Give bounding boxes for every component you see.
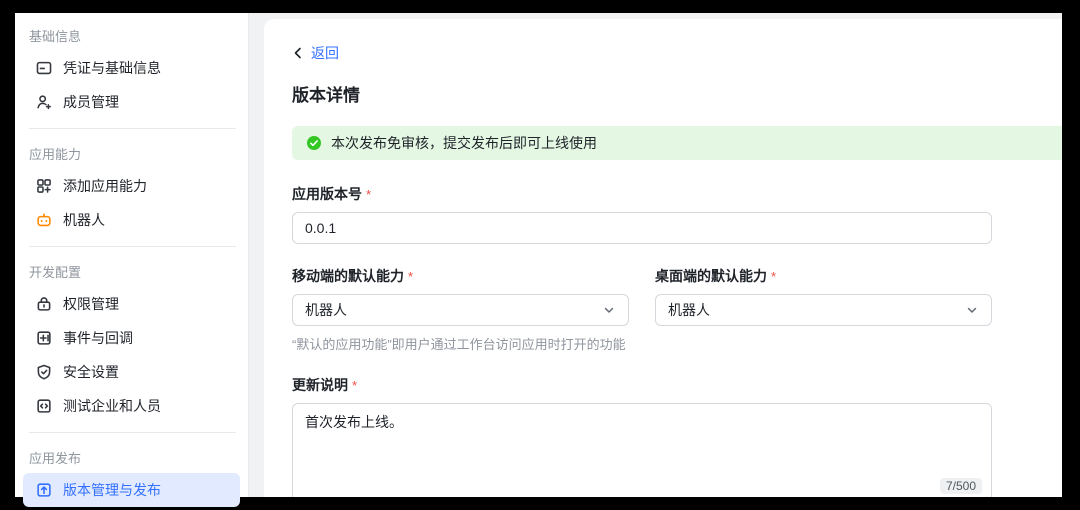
sidebar-item-label: 测试企业和人员 (63, 396, 161, 416)
mobile-capability-select[interactable]: 机器人 (292, 294, 629, 326)
sidebar-item-members[interactable]: 成员管理 (23, 85, 240, 119)
desktop-capability-value: 机器人 (668, 300, 710, 320)
sidebar-item-test-org[interactable]: 测试企业和人员 (23, 389, 240, 423)
lock-icon (35, 295, 53, 313)
desktop-capability-label: 桌面端的默认能力 * (655, 266, 992, 286)
release-notes-label: 更新说明 * (292, 375, 1062, 395)
sidebar: 基础信息 凭证与基础信息 成员管理 应用能力 添加应用能力 机器人 (15, 13, 249, 497)
app-window: 基础信息 凭证与基础信息 成员管理 应用能力 添加应用能力 机器人 (15, 13, 1062, 497)
sidebar-item-label: 成员管理 (63, 92, 119, 112)
capability-hint: “默认的应用功能”即用户通过工作台访问应用时打开的功能 (292, 334, 629, 353)
required-mark: * (771, 269, 776, 284)
code-icon (35, 397, 53, 415)
app-grid-add-icon (35, 177, 53, 195)
mobile-capability-label: 移动端的默认能力 * (292, 266, 629, 286)
banner-text: 本次发布免审核，提交发布后即可上线使用 (331, 133, 597, 153)
sidebar-item-label: 权限管理 (63, 294, 119, 314)
sidebar-section-app-capability: 应用能力 (15, 137, 248, 169)
sidebar-item-label: 凭证与基础信息 (63, 58, 161, 78)
release-notes-textarea[interactable]: 首次发布上线。 (292, 403, 992, 497)
sidebar-divider (29, 432, 236, 433)
char-counter: 7/500 (940, 478, 982, 494)
back-button[interactable]: 返回 (292, 43, 339, 63)
sidebar-item-add-capability[interactable]: 添加应用能力 (23, 169, 240, 203)
robot-icon (35, 211, 53, 229)
page-title: 版本详情 (292, 81, 1062, 106)
version-input[interactable] (292, 212, 992, 244)
sidebar-item-label: 事件与回调 (63, 328, 133, 348)
sidebar-section-basic-info: 基础信息 (15, 19, 248, 51)
release-notes-wrap: 首次发布上线。 7/500 (292, 403, 992, 497)
id-card-icon (35, 59, 53, 77)
chevron-down-icon (965, 303, 979, 317)
chevron-left-icon (292, 47, 304, 59)
sidebar-section-dev-config: 开发配置 (15, 255, 248, 287)
back-label: 返回 (311, 43, 339, 63)
version-label: 应用版本号 * (292, 184, 1062, 204)
sidebar-section-app-release: 应用发布 (15, 441, 248, 473)
required-mark: * (408, 269, 413, 284)
sidebar-item-permissions[interactable]: 权限管理 (23, 287, 240, 321)
check-circle-icon (306, 135, 322, 151)
required-mark: * (352, 378, 357, 393)
sidebar-item-credentials[interactable]: 凭证与基础信息 (23, 51, 240, 85)
required-mark: * (366, 187, 371, 202)
mobile-capability-value: 机器人 (305, 300, 347, 320)
sidebar-item-version-release[interactable]: 版本管理与发布 (23, 473, 240, 507)
event-plus-icon (35, 329, 53, 347)
sidebar-item-label: 安全设置 (63, 362, 119, 382)
person-add-icon (35, 93, 53, 111)
sidebar-item-events[interactable]: 事件与回调 (23, 321, 240, 355)
chevron-down-icon (602, 303, 616, 317)
sidebar-divider (29, 128, 236, 129)
shield-check-icon (35, 363, 53, 381)
sidebar-item-bot[interactable]: 机器人 (23, 203, 240, 237)
sidebar-divider (29, 246, 236, 247)
success-banner: 本次发布免审核，提交发布后即可上线使用 (292, 126, 1062, 160)
sidebar-item-label: 机器人 (63, 210, 105, 230)
sidebar-item-security[interactable]: 安全设置 (23, 355, 240, 389)
main-content: 返回 版本详情 本次发布免审核，提交发布后即可上线使用 应用版本号 * 移动端的… (264, 19, 1062, 497)
desktop-capability-select[interactable]: 机器人 (655, 294, 992, 326)
publish-up-icon (35, 481, 53, 499)
sidebar-item-label: 添加应用能力 (63, 176, 147, 196)
sidebar-item-label: 版本管理与发布 (63, 480, 161, 500)
